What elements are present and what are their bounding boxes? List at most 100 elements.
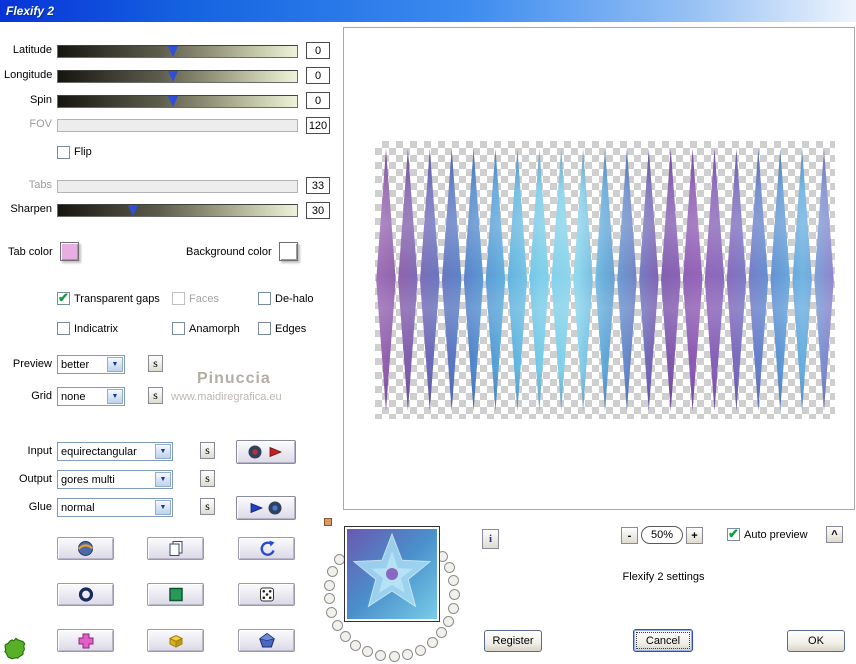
chevron-down-icon[interactable]: ▼ [155, 500, 171, 515]
background-color-label: Background color [186, 246, 272, 258]
ring-icon [78, 587, 93, 602]
auto-preview-label: Auto preview [744, 529, 808, 541]
play-sphere-icon [250, 501, 282, 515]
sharpen-slider[interactable] [57, 204, 298, 217]
indicatrix-checkbox[interactable] [57, 322, 70, 335]
dial-dot[interactable] [448, 575, 460, 587]
green-square-button[interactable] [147, 583, 204, 606]
spin-slider[interactable] [57, 95, 298, 108]
glue-preset-button[interactable]: s [200, 498, 215, 515]
watermark-text: Pinuccia [197, 370, 271, 387]
sharpen-value-input[interactable] [306, 202, 330, 219]
dial-dot[interactable] [324, 579, 336, 591]
randomize-button[interactable] [238, 583, 295, 606]
longitude-slider[interactable] [57, 70, 298, 83]
input-preset-button[interactable]: s [200, 442, 215, 459]
grid-preset-button[interactable]: s [148, 387, 163, 404]
cancel-button[interactable]: Cancel [633, 629, 693, 652]
dial-dot[interactable] [331, 619, 343, 631]
latitude-value-input[interactable] [306, 42, 330, 59]
window-title: Flexify 2 [6, 4, 55, 18]
dial-dot[interactable] [333, 554, 345, 566]
dice-icon [259, 587, 274, 602]
longitude-label: Longitude [4, 69, 53, 81]
indicatrix-label: Indicatrix [74, 323, 119, 335]
dial-dot[interactable] [339, 630, 351, 642]
grid-dropdown[interactable]: none ▼ [57, 387, 125, 406]
dial-dot[interactable] [388, 651, 400, 663]
spin-value-input[interactable] [306, 92, 330, 109]
blue-pentagon-button[interactable] [238, 629, 295, 652]
edges-label: Edges [275, 323, 307, 335]
output-dropdown[interactable]: gores multi ▼ [57, 470, 173, 489]
main-preview-pane[interactable] [343, 27, 855, 510]
yellow-box-button[interactable] [147, 629, 204, 652]
output-preset-button[interactable]: s [200, 470, 215, 487]
dial-dot[interactable] [443, 562, 455, 574]
duplicate-button[interactable] [147, 537, 204, 560]
magenta-cross-button[interactable] [57, 629, 114, 652]
fov-value-input[interactable] [306, 117, 330, 134]
sharpen-label: Sharpen [10, 203, 52, 215]
chevron-down-icon[interactable]: ▼ [155, 472, 171, 487]
ok-button[interactable]: OK [787, 630, 845, 652]
slider-thumb-icon[interactable] [168, 71, 178, 82]
chevron-down-icon[interactable]: ▼ [107, 357, 123, 372]
tab-color-swatch[interactable] [60, 242, 79, 261]
chevron-down-icon[interactable]: ▼ [155, 444, 171, 459]
grid-dropdown-value: none [61, 390, 86, 403]
sphere-play-icon [248, 445, 283, 459]
dial-dot[interactable] [449, 589, 461, 601]
undo-arrow-icon [260, 540, 275, 556]
background-color-swatch[interactable] [279, 242, 298, 261]
longitude-value-input[interactable] [306, 67, 330, 84]
dial-dot[interactable] [415, 644, 427, 656]
dial-dot[interactable] [361, 646, 373, 658]
dehalo-checkbox[interactable] [258, 292, 271, 305]
undo-button[interactable] [238, 537, 295, 560]
dial-dot[interactable] [327, 566, 339, 578]
flip-checkbox[interactable] [57, 146, 70, 159]
dial-dot[interactable] [426, 637, 438, 649]
dial-dot[interactable] [375, 650, 387, 662]
preview-preset-button[interactable]: s [148, 355, 163, 372]
render-reverse-button[interactable] [236, 496, 296, 520]
title-bar[interactable]: Flexify 2 [0, 0, 856, 22]
anamorph-checkbox[interactable] [172, 322, 185, 335]
transparent-gaps-checkbox[interactable] [57, 290, 70, 306]
tabs-value-input[interactable] [306, 177, 330, 194]
chevron-down-icon[interactable]: ▼ [107, 389, 123, 404]
dial-dot[interactable] [402, 649, 414, 661]
register-button[interactable]: Register [484, 630, 542, 652]
slider-thumb-icon[interactable] [168, 46, 178, 57]
slider-thumb-icon[interactable] [128, 205, 138, 216]
latitude-label: Latitude [12, 44, 52, 56]
tabs-label: Tabs [28, 179, 52, 191]
latitude-slider[interactable] [57, 45, 298, 58]
render-forward-button[interactable] [236, 440, 296, 464]
dial-dot[interactable] [443, 615, 455, 627]
zoom-in-button[interactable]: + [686, 527, 703, 544]
preview-dropdown[interactable]: better ▼ [57, 355, 125, 374]
green-splat-icon[interactable] [2, 636, 30, 664]
scroll-up-button[interactable]: ^ [826, 526, 843, 543]
watermark-url: www.maidiregrafica.eu [171, 391, 282, 403]
dial-dot[interactable] [323, 593, 335, 605]
input-dropdown[interactable]: equirectangular ▼ [57, 442, 173, 461]
flexify-dialog: Flexify 2 Latitude Longitude Spin FOV Fl… [0, 0, 856, 664]
dial-dot[interactable] [447, 602, 459, 614]
ring-button[interactable] [57, 583, 114, 606]
source-thumbnail[interactable] [344, 526, 440, 622]
load-sphere-button[interactable] [57, 537, 114, 560]
auto-preview-checkbox[interactable] [727, 526, 740, 542]
glue-dropdown[interactable]: normal ▼ [57, 498, 173, 517]
dial-dot[interactable] [349, 639, 361, 651]
dial-dot[interactable] [436, 627, 448, 639]
dial-dot[interactable] [326, 606, 338, 618]
zoom-out-button[interactable]: - [621, 527, 638, 544]
edges-checkbox[interactable] [258, 322, 271, 335]
tabs-slider [57, 180, 298, 193]
drag-handle[interactable] [324, 518, 332, 526]
info-button[interactable]: i [482, 529, 499, 549]
slider-thumb-icon[interactable] [168, 96, 178, 107]
